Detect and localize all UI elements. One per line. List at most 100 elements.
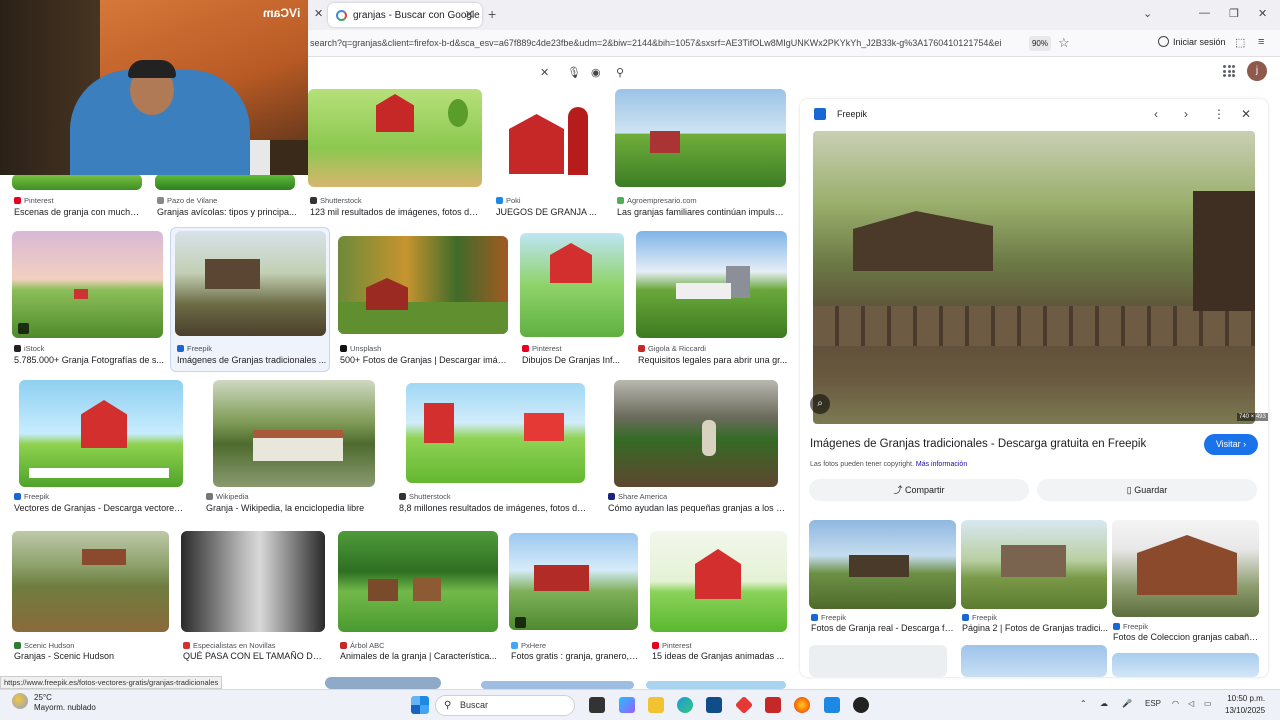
apps-grid-icon[interactable] <box>1223 65 1235 77</box>
mic-icon[interactable]: 🎙 <box>567 66 581 79</box>
related-thumbnail[interactable] <box>961 520 1107 609</box>
obs-icon[interactable] <box>853 697 869 713</box>
result-source[interactable]: Scenic Hudson <box>14 641 74 650</box>
result-title[interactable]: Requisitos legales para abrir una gr... <box>638 355 788 365</box>
result-source[interactable]: Gigola & Riccardi <box>638 344 706 353</box>
result-thumbnail[interactable] <box>12 231 163 338</box>
result-source[interactable]: PxHere <box>511 641 546 650</box>
result-title[interactable]: 15 ideas de Granjas animadas ... <box>652 651 787 661</box>
result-title[interactable]: Cómo ayudan las pequeñas granjas a los e… <box>608 503 788 513</box>
result-source[interactable]: Pinterest <box>652 641 692 650</box>
address-bar[interactable]: search?q=granjas&client=firefox-b-d&sca_… <box>310 34 1050 53</box>
windows-start-icon[interactable] <box>411 696 429 714</box>
result-thumbnail[interactable] <box>614 380 778 487</box>
edge-icon[interactable] <box>677 697 693 713</box>
result-title[interactable]: Animales de la granja | Característica..… <box>340 651 498 661</box>
visual-search-icon[interactable]: ⌕ <box>810 394 830 414</box>
cloud-icon[interactable]: ☁ <box>1100 699 1108 708</box>
result-title[interactable]: Vectores de Granjas - Descarga vectores … <box>14 503 186 513</box>
result-source[interactable]: Pinterest <box>14 196 54 205</box>
related-thumbnail[interactable] <box>1112 520 1259 617</box>
result-title[interactable]: Escenas de granja con mucho... <box>14 207 142 217</box>
result-title[interactable]: QUÉ PASA CON EL TAMAÑO DE... <box>183 651 325 661</box>
result-title[interactable]: Imágenes de Granjas tradicionales ... <box>177 355 327 365</box>
result-thumbnail[interactable] <box>325 677 441 689</box>
search-input[interactable]: ✕ 🎙 ◉ ⚲ <box>308 60 638 84</box>
related-title[interactable]: Página 2 | Fotos de Granjas tradici... <box>962 623 1108 633</box>
bookmark-star-icon[interactable]: ☆ <box>1058 35 1070 51</box>
mcafee-icon[interactable] <box>765 697 781 713</box>
result-title[interactable]: Las granjas familiares continúan impulsa… <box>617 207 787 217</box>
result-title[interactable]: Granjas avícolas: tipos y principa... <box>157 207 297 217</box>
related-thumbnail[interactable] <box>1112 653 1259 677</box>
language-indicator[interactable]: ESP <box>1145 699 1161 708</box>
more-options-icon[interactable]: ⋮ <box>1213 107 1225 121</box>
share-button[interactable]: ⤴ Compartir <box>809 479 1029 501</box>
close-window-icon[interactable]: ✕ <box>1258 7 1267 20</box>
result-thumbnail[interactable] <box>181 531 325 632</box>
result-title[interactable]: 5.785.000+ Granja Fotografías de s... <box>14 355 164 365</box>
result-thumbnail[interactable] <box>175 231 326 336</box>
result-source[interactable]: iStock <box>14 344 44 353</box>
result-thumbnail[interactable] <box>646 681 786 689</box>
chevron-down-icon[interactable]: ⌄ <box>1143 7 1152 20</box>
result-source[interactable]: Árbol ABC <box>340 641 385 650</box>
result-title[interactable]: Dibujos De Granjas Inf... <box>522 355 624 365</box>
result-title[interactable]: 8,8 millones resultados de imágenes, fot… <box>399 503 591 513</box>
taskbar-search[interactable]: ⚲ Buscar <box>435 695 575 716</box>
extensions-icon[interactable]: ⬚ <box>1235 36 1245 49</box>
volume-icon[interactable]: ◁ <box>1188 699 1194 708</box>
result-thumbnail[interactable] <box>338 531 498 632</box>
next-icon[interactable]: › <box>1184 107 1188 121</box>
result-source[interactable]: Unsplash <box>340 344 381 353</box>
result-thumbnail[interactable] <box>12 174 142 190</box>
chevron-up-icon[interactable]: ⌃ <box>1080 699 1087 708</box>
save-button[interactable]: ▯ Guardar <box>1037 479 1257 501</box>
result-source[interactable]: Poki <box>496 196 521 205</box>
battery-icon[interactable]: ▭ <box>1204 699 1212 708</box>
result-source[interactable]: Shutterstock <box>399 492 451 501</box>
result-title[interactable]: Fotos gratis : granja, granero, ... <box>511 651 639 661</box>
result-source[interactable]: Wikipedia <box>206 492 249 501</box>
related-source[interactable]: Freepik <box>962 613 997 622</box>
preview-site-name[interactable]: Freepik <box>837 109 867 119</box>
related-thumbnail[interactable] <box>809 645 947 677</box>
clock[interactable]: 10:50 p.m. 13/10/2025 <box>1225 693 1265 717</box>
new-tab-icon[interactable]: + <box>488 6 496 22</box>
result-thumbnail[interactable] <box>19 380 183 487</box>
result-thumbnail[interactable] <box>494 89 602 187</box>
result-title[interactable]: 123 mil resultados de imágenes, fotos de… <box>310 207 482 217</box>
tab-active[interactable]: granjas - Buscar con Google ✕ <box>328 3 482 27</box>
result-source[interactable]: Shutterstock <box>310 196 362 205</box>
preview-title[interactable]: Imágenes de Granjas tradicionales - Desc… <box>810 438 1146 450</box>
avatar[interactable]: j <box>1247 61 1267 81</box>
related-thumbnail[interactable] <box>809 520 956 609</box>
preview-image[interactable] <box>813 131 1255 424</box>
result-thumbnail[interactable] <box>155 174 295 190</box>
result-thumbnail[interactable] <box>338 236 508 334</box>
close-icon[interactable]: ✕ <box>465 8 474 21</box>
minimize-icon[interactable]: — <box>1199 7 1210 19</box>
result-source[interactable]: Pazo de Vilane <box>157 196 217 205</box>
related-title[interactable]: Fotos de Granja real - Descarga fot... <box>811 623 957 633</box>
task-view-icon[interactable] <box>589 697 605 713</box>
wifi-icon[interactable]: ◠ <box>1172 699 1179 708</box>
result-source[interactable]: Share America <box>608 492 667 501</box>
mic-tray-icon[interactable]: 🎤 <box>1122 699 1132 708</box>
related-source[interactable]: Freepik <box>811 613 846 622</box>
signin-button[interactable]: Iniciar sesión <box>1158 36 1226 47</box>
copilot-icon[interactable] <box>619 697 635 713</box>
firefox-icon[interactable] <box>794 697 810 713</box>
close-icon[interactable]: ✕ <box>1241 107 1251 121</box>
result-title[interactable]: Granjas - Scenic Hudson <box>14 651 169 661</box>
store-icon[interactable] <box>706 697 722 713</box>
result-thumbnail[interactable] <box>636 231 787 338</box>
related-thumbnail[interactable] <box>961 645 1107 677</box>
result-title[interactable]: Granja - Wikipedia, la enciclopedia libr… <box>206 503 376 513</box>
menu-icon[interactable]: ≡ <box>1258 36 1264 48</box>
result-thumbnail[interactable] <box>650 531 787 632</box>
result-thumbnail[interactable] <box>406 383 585 483</box>
ivcam-icon[interactable] <box>824 697 840 713</box>
result-title[interactable]: JUEGOS DE GRANJA ... <box>496 207 602 217</box>
red-app-icon[interactable] <box>734 695 754 715</box>
